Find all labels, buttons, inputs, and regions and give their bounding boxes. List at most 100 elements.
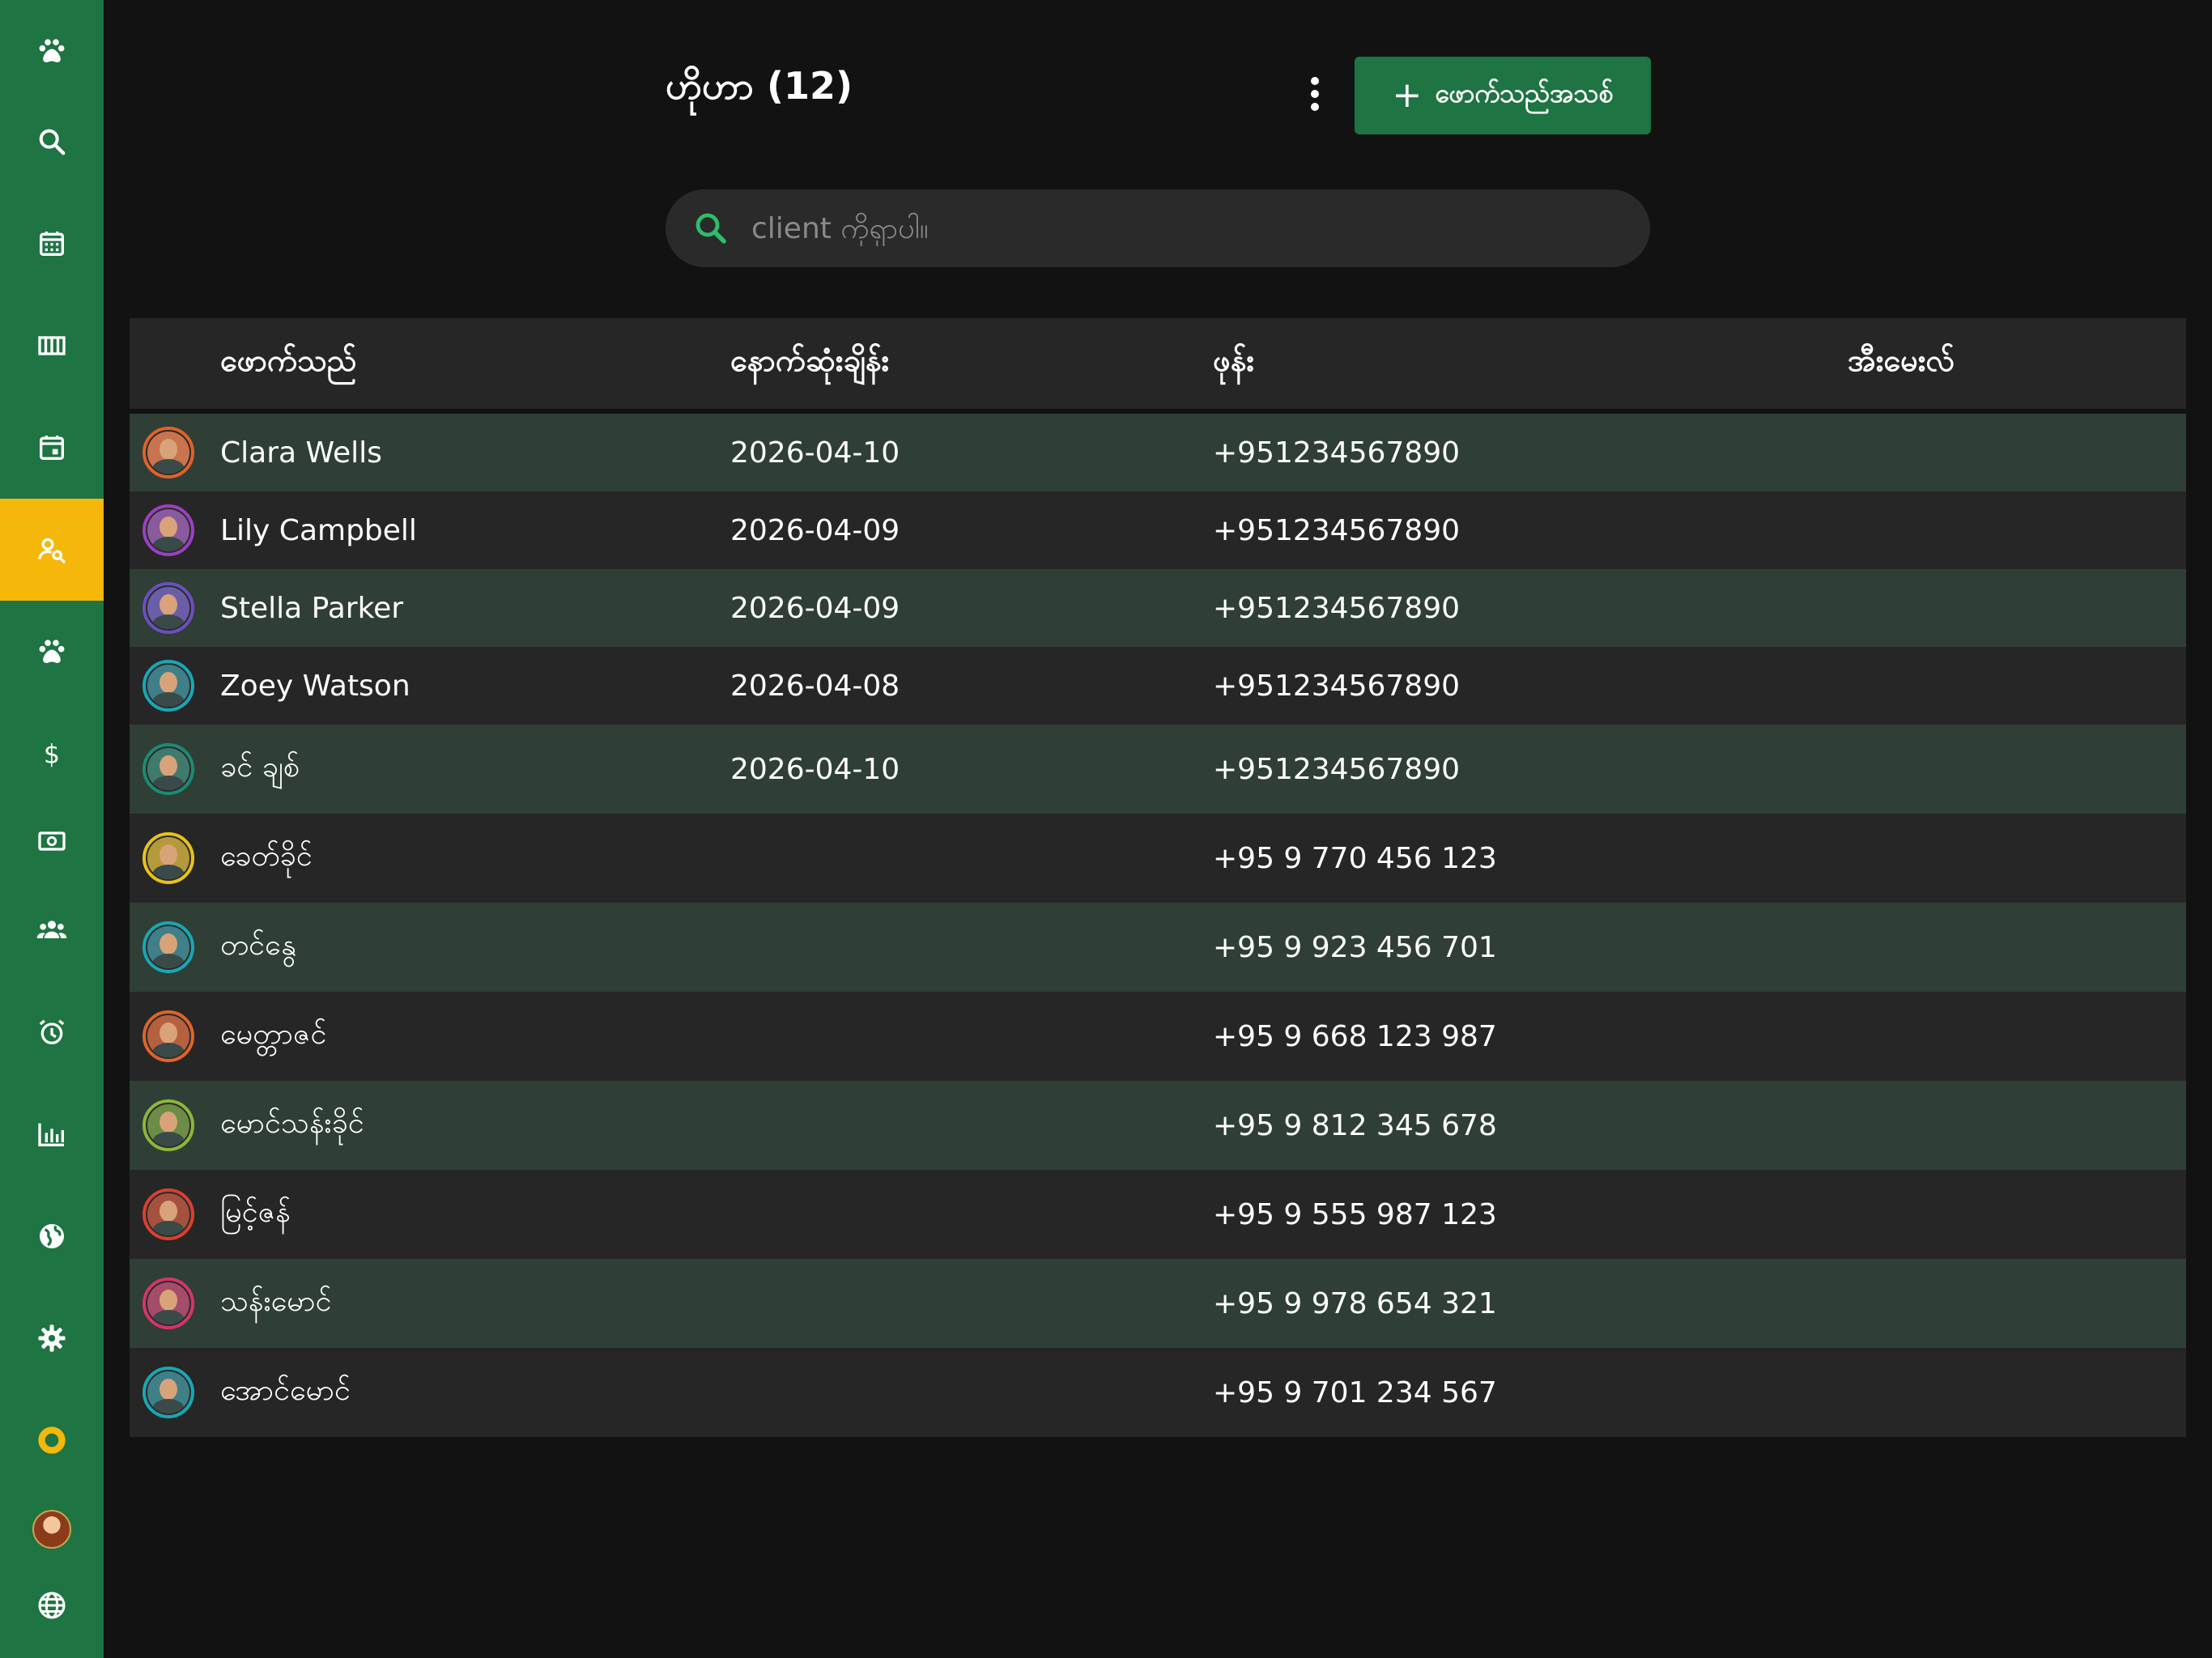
avatar-photo	[147, 509, 189, 551]
language-icon	[38, 1592, 66, 1619]
more-vertical-icon	[1311, 77, 1319, 111]
last-appointment-date: 2026-04-09	[730, 513, 900, 547]
sidebar-item-clients[interactable]	[0, 499, 104, 601]
avatar-photo	[147, 587, 189, 629]
table-row[interactable]: ခင် ချစ် 2026-04-10 +951234567890	[130, 725, 2186, 814]
phone-number: +95 9 701 234 567	[1213, 1375, 1497, 1409]
phone-number: +95 9 555 987 123	[1213, 1197, 1497, 1231]
avatar-photo	[147, 1371, 189, 1414]
column-header-phone[interactable]: ဖုန်း	[1213, 318, 1254, 409]
client-name: Clara Wells	[220, 436, 382, 470]
avatar-photo	[147, 665, 189, 707]
table-body: Clara Wells 2026-04-10 +951234567890 Lily C…	[130, 414, 2186, 1437]
client-avatar	[143, 921, 194, 973]
sidebar-item-calendar-event[interactable]	[0, 397, 104, 499]
add-client-label: ဖောက်သည်အသစ်	[1435, 78, 1614, 108]
client-avatar	[143, 504, 194, 556]
table-row[interactable]: Zoey Watson 2026-04-08 +951234567890	[130, 647, 2186, 725]
sidebar-item-search[interactable]	[0, 91, 104, 193]
phone-number: +951234567890	[1213, 436, 1461, 470]
alarm-icon	[39, 1019, 65, 1044]
table-row[interactable]: တင်နွေ +95 9 923 456 701	[130, 903, 2186, 992]
avatar-photo	[147, 748, 189, 790]
last-appointment-date: 2026-04-09	[730, 591, 900, 625]
client-name: မောင်သန်းခိုင်	[220, 1107, 364, 1140]
sidebar-item-paw-logo[interactable]	[0, 0, 104, 102]
cash-icon	[38, 831, 66, 851]
table-row[interactable]: Stella Parker 2026-04-09 +951234567890	[130, 569, 2186, 647]
phone-number: +95 9 770 456 123	[1213, 841, 1497, 875]
client-name: Lily Campbell	[220, 513, 417, 547]
client-avatar	[143, 582, 194, 634]
sidebar-item-reports[interactable]	[0, 1083, 104, 1185]
avatar-photo	[147, 837, 189, 879]
table-row[interactable]: မောင်သန်းခိုင် +95 9 812 345 678	[130, 1081, 2186, 1170]
table-row[interactable]: သန်းမောင် +95 9 978 654 321	[130, 1259, 2186, 1348]
phone-number: +951234567890	[1213, 669, 1461, 703]
table-row[interactable]: Clara Wells 2026-04-10 +951234567890	[130, 414, 2186, 491]
client-avatar	[143, 832, 194, 884]
column-header-email[interactable]: အီးမေးလ်	[1848, 318, 1955, 409]
group-icon	[36, 920, 67, 938]
avatar-photo	[147, 1193, 189, 1235]
add-client-button[interactable]: + ဖောက်သည်အသစ်	[1355, 57, 1651, 134]
sidebar-item-settings[interactable]	[0, 1287, 104, 1389]
bar-chart-icon	[38, 1123, 64, 1146]
table-row[interactable]: မြင့်ဇန် +95 9 555 987 123	[130, 1170, 2186, 1259]
phone-number: +951234567890	[1213, 591, 1461, 625]
column-header-client[interactable]: ဖောက်သည်	[220, 318, 357, 409]
avatar-photo	[147, 1104, 189, 1146]
phone-number: +95 9 812 345 678	[1213, 1108, 1497, 1142]
svg-text:$: $	[44, 741, 60, 770]
more-options-button[interactable]	[1295, 68, 1334, 120]
avatar-photo	[147, 1282, 189, 1324]
client-name: ခင် ချစ်	[220, 750, 300, 784]
avatar-photo	[147, 1015, 189, 1057]
sidebar-item-payments[interactable]	[0, 790, 104, 892]
table-row[interactable]: အောင်မောင် +95 9 701 234 567	[130, 1348, 2186, 1437]
client-name: Stella Parker	[220, 591, 404, 625]
table-row[interactable]: Lily Campbell 2026-04-09 +951234567890	[130, 491, 2186, 569]
search-bar[interactable]	[666, 189, 1650, 267]
sidebar-item-reminders[interactable]	[0, 981, 104, 1083]
client-avatar	[143, 1099, 194, 1151]
table-header: ဖောက်သည် နောက်ဆုံးချိန်း ဖုန်း အီးမေးလ်	[130, 318, 2186, 414]
phone-number: +951234567890	[1213, 752, 1461, 786]
client-name: သန်းမောင်	[220, 1285, 332, 1318]
phone-number: +95 9 668 123 987	[1213, 1019, 1497, 1053]
paw-icon	[39, 39, 65, 62]
person-search-icon	[38, 538, 66, 563]
table-row[interactable]: မေတ္တာဇင် +95 9 668 123 987	[130, 992, 2186, 1081]
table-row[interactable]: ခေတ်ခိုင် +95 9 770 456 123	[130, 814, 2186, 903]
client-avatar	[143, 1010, 194, 1062]
sidebar-item-language[interactable]	[0, 1554, 104, 1656]
dollar-icon: $	[44, 741, 60, 770]
sidebar-item-staff[interactable]	[0, 879, 104, 981]
client-avatar	[143, 1367, 194, 1418]
client-avatar	[143, 1278, 194, 1329]
sidebar-item-columns[interactable]	[0, 295, 104, 397]
user-avatar	[32, 1510, 71, 1549]
sidebar-item-calendar-grid[interactable]	[0, 193, 104, 295]
client-name: မြင့်ဇန်	[220, 1196, 291, 1229]
last-appointment-date: 2026-04-08	[730, 669, 900, 703]
sidebar-item-status[interactable]	[0, 1389, 104, 1491]
sidebar-item-website[interactable]	[0, 1185, 104, 1287]
clients-table: ဖောက်သည် နောက်ဆုံးချိန်း ဖုန်း အီးမေးလ် …	[130, 318, 2186, 1437]
client-name: အောင်မောင်	[220, 1374, 351, 1407]
column-header-last-appointment[interactable]: နောက်ဆုံးချိန်း	[730, 318, 889, 409]
page-title: ဟိုဟာ (12)	[666, 64, 853, 108]
sidebar: $	[0, 0, 104, 1658]
client-name: Zoey Watson	[220, 669, 410, 703]
client-avatar	[143, 1188, 194, 1240]
search-icon	[39, 129, 66, 155]
search-input[interactable]	[750, 210, 1650, 246]
client-name: တင်နွေ	[220, 929, 296, 962]
search-icon	[691, 209, 730, 248]
sidebar-item-pets[interactable]	[0, 601, 104, 703]
client-name: ခေတ်ခိုင်	[220, 840, 313, 873]
last-appointment-date: 2026-04-10	[730, 752, 900, 786]
client-avatar	[143, 743, 194, 795]
last-appointment-date: 2026-04-10	[730, 436, 900, 470]
gear-icon	[38, 1324, 66, 1352]
